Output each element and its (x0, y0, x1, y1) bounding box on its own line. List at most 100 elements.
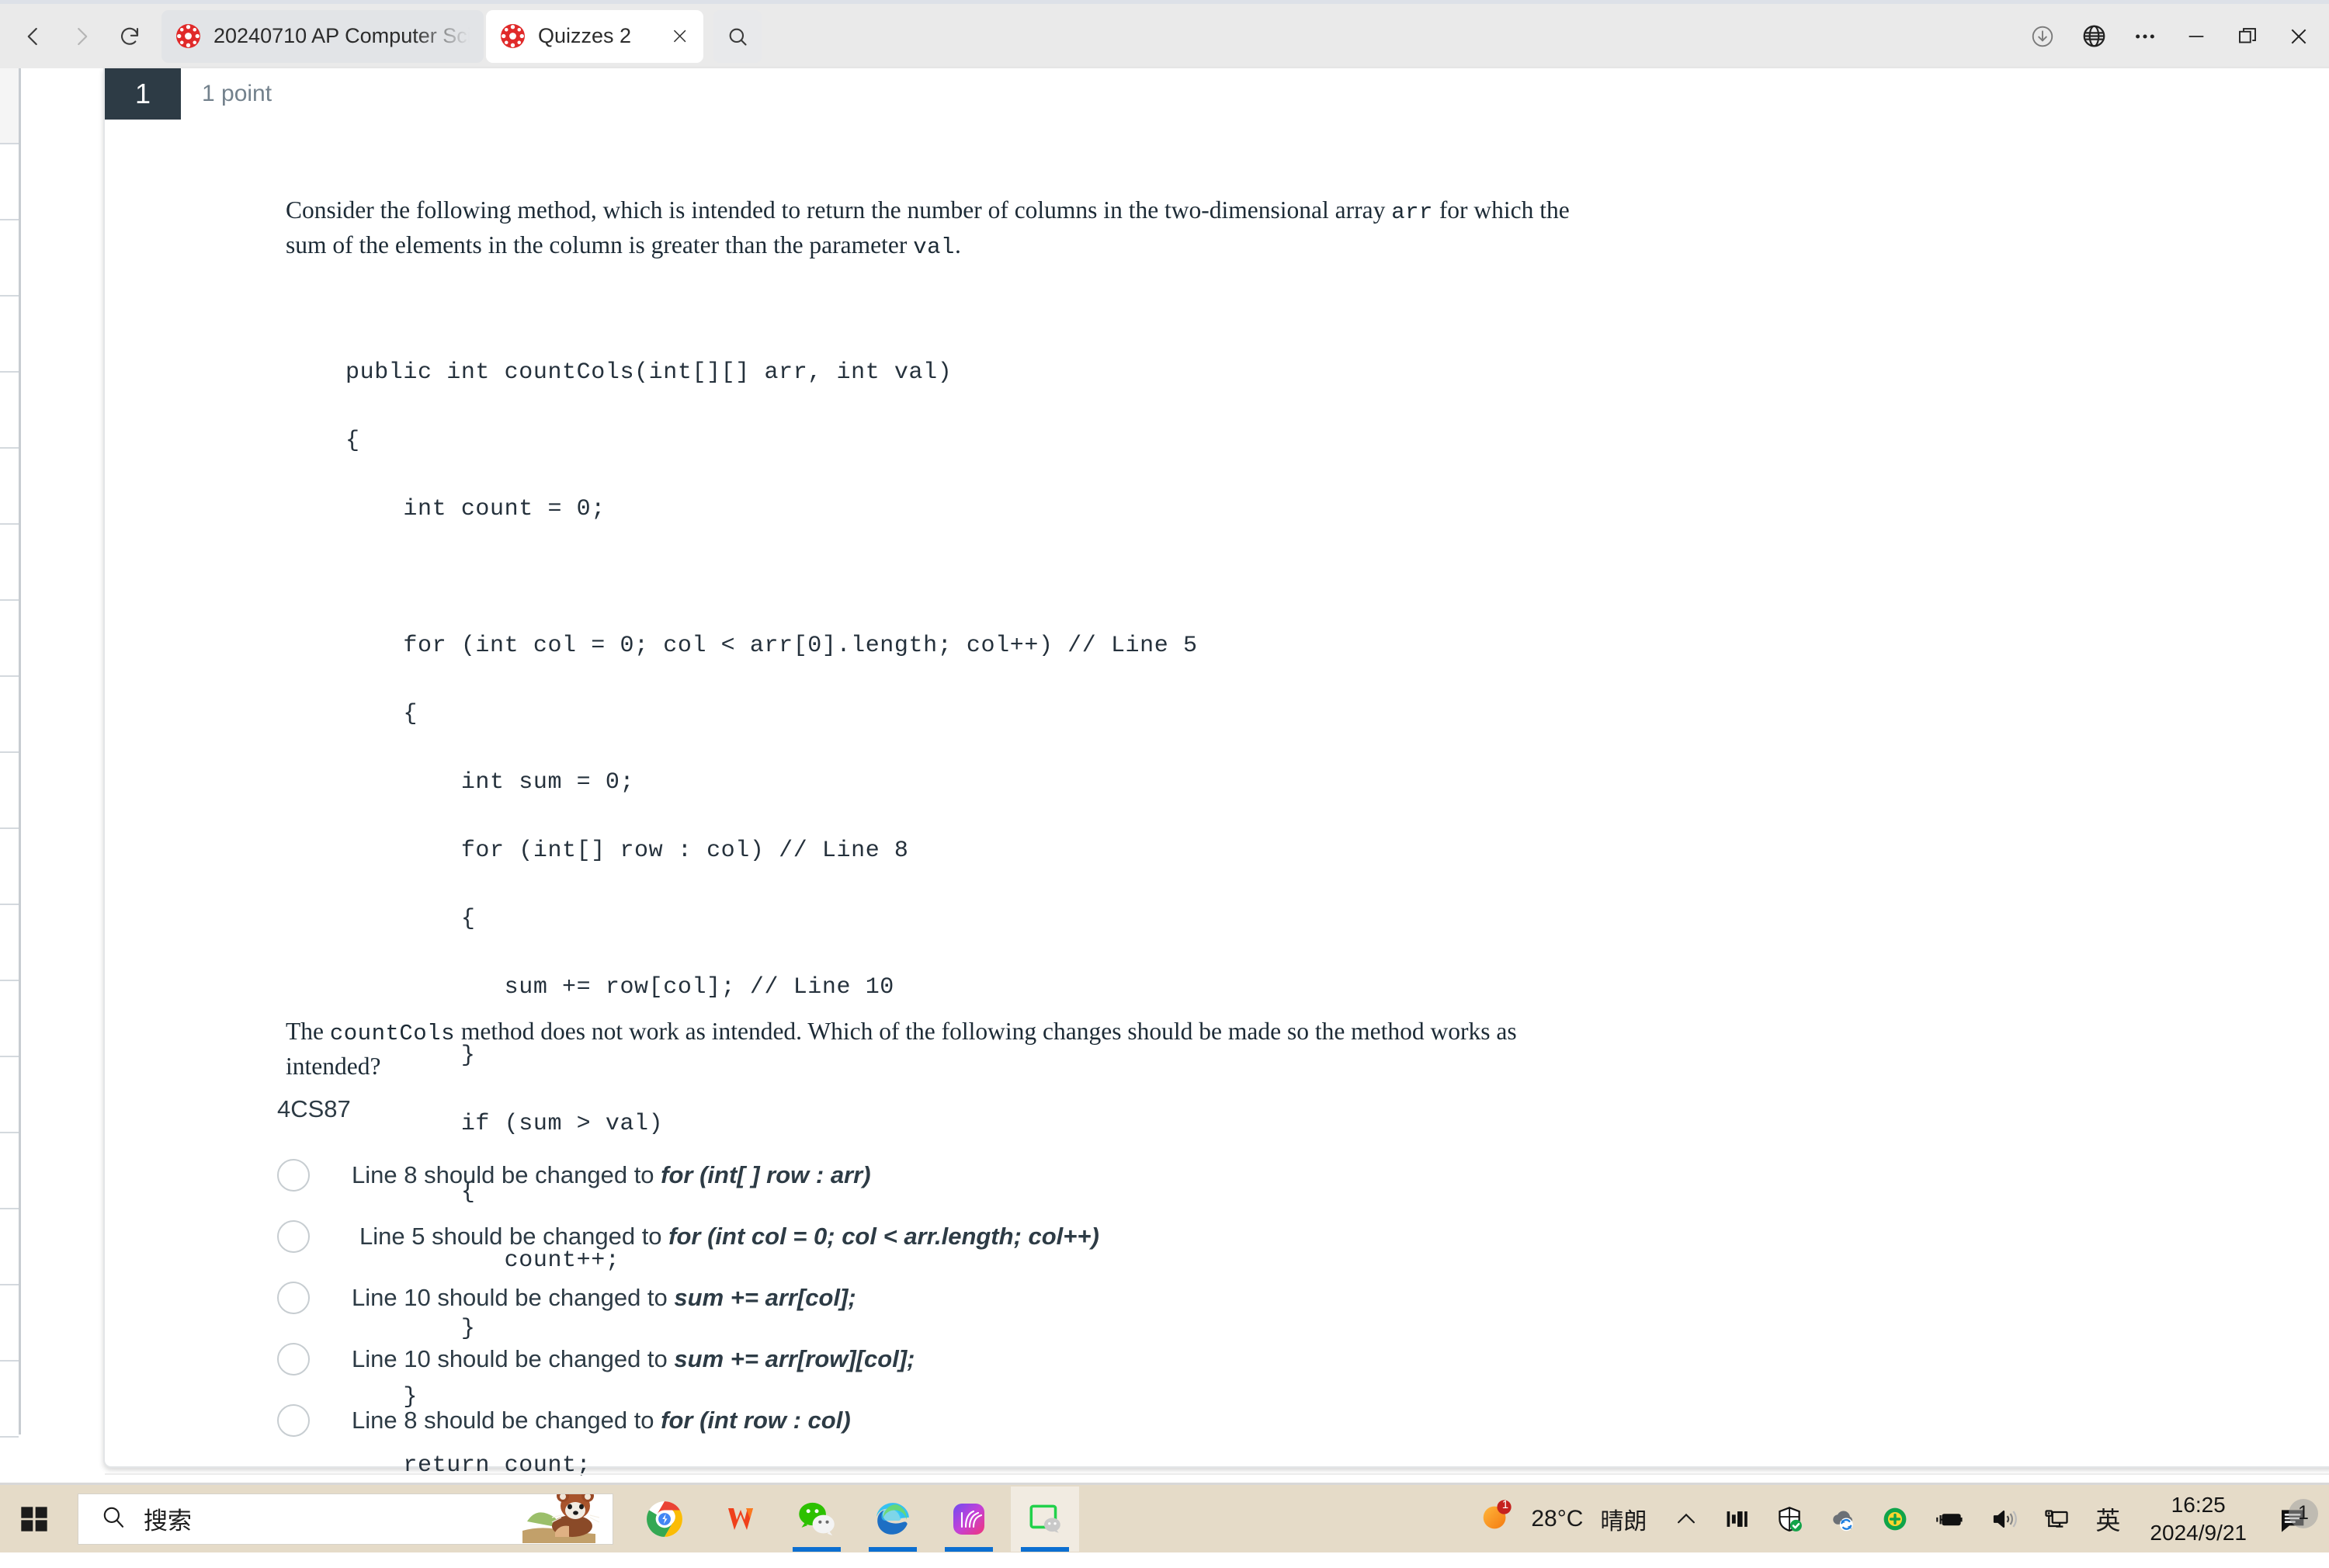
answer-option-3[interactable]: Line 10 should be changed to sum += arr[… (277, 1328, 2218, 1389)
wps-office-icon[interactable] (706, 1486, 775, 1552)
answer-option-label: Line 8 should be changed to for (int[ ] … (352, 1160, 871, 1188)
chrome-icon[interactable] (630, 1486, 699, 1552)
windows-start-icon[interactable] (0, 1484, 68, 1554)
close-icon[interactable]: × (670, 24, 689, 48)
reload-button[interactable] (107, 14, 152, 59)
browser-title-bar: 20240710 AP Computer Science Quizzes 2 × (0, 0, 2329, 68)
question-nav-item[interactable] (0, 297, 19, 373)
download-icon[interactable] (2017, 2, 2068, 71)
question-nav-item[interactable] (0, 753, 19, 829)
answer-option-0[interactable]: Line 8 should be changed to for (int[ ] … (277, 1144, 2218, 1205)
quiz-page: 1 1 point Consider the following method,… (0, 68, 2329, 1547)
stem-text-a: Consider the following method, which is … (286, 196, 1386, 224)
question-nav-item[interactable] (0, 525, 19, 601)
antivirus-icon[interactable] (1869, 1484, 1921, 1554)
stem-text-c: . (954, 231, 961, 259)
red-panda-illustration (515, 1493, 606, 1544)
answer-option-label: Line 5 should be changed to for (int col… (359, 1222, 1099, 1250)
radio-button[interactable] (277, 1158, 310, 1192)
question-points-label: 1 point (202, 81, 272, 106)
question-number-badge: 1 (105, 68, 181, 120)
wechat-icon[interactable] (783, 1486, 851, 1552)
network-monitor-icon[interactable] (1712, 1484, 1763, 1554)
question-nav-item[interactable] (0, 981, 19, 1057)
clock-time: 16:25 (2171, 1492, 2226, 1517)
running-indicator (869, 1546, 917, 1552)
search-icon (100, 1504, 127, 1534)
question-code-label: 4CS87 (277, 1095, 351, 1122)
answer-option-2[interactable]: Line 10 should be changed to sum += arr[… (277, 1267, 2218, 1328)
windows-taskbar: 搜索 1 28°C 晴朗 英 16:25 2024/9/21 1 (0, 1483, 2329, 1552)
radio-button[interactable] (277, 1281, 310, 1314)
globe-icon[interactable] (2068, 2, 2119, 71)
question-nav-item[interactable] (0, 144, 19, 220)
taskbar-clock[interactable]: 16:25 2024/9/21 (2133, 1491, 2264, 1547)
question-nav-item[interactable] (0, 1133, 19, 1209)
stem-inline-code-countcols: countCols (329, 1021, 455, 1046)
question-nav-item[interactable] (0, 905, 19, 981)
tab-search-icon[interactable] (713, 9, 762, 63)
browser-tab-title: 20240710 AP Computer Science (213, 24, 470, 47)
browser-nav-buttons (0, 14, 152, 59)
restore-button[interactable] (2222, 2, 2273, 71)
answer-option-label: Line 10 should be changed to sum += arr[… (352, 1283, 856, 1311)
kdocs-icon[interactable] (935, 1486, 1003, 1552)
running-indicator (945, 1546, 993, 1552)
stem-inline-code-arr: arr (1391, 199, 1433, 225)
radio-button[interactable] (277, 1403, 310, 1437)
minimize-button[interactable] (2171, 2, 2222, 71)
question-nav-item[interactable] (0, 1209, 19, 1285)
wechat-devtools-icon[interactable] (1011, 1486, 1079, 1552)
more-options-icon[interactable] (2119, 2, 2171, 71)
question-stem-paragraph-2: The countCols method does not work as in… (286, 1015, 1590, 1084)
ime-english-icon[interactable]: 英 (2083, 1484, 2133, 1554)
radio-button[interactable] (277, 1219, 310, 1253)
question-nav-item[interactable] (0, 220, 19, 297)
question-stem-paragraph-1: Consider the following method, which is … (286, 193, 1590, 263)
question-nav-item[interactable] (0, 68, 19, 144)
weather-temperature: 28°C (1531, 1505, 1584, 1532)
stem2-text-b: method does not work as intended. Which … (286, 1018, 1517, 1081)
system-tray: 1 28°C 晴朗 英 16:25 2024/9/21 1 (1455, 1484, 2329, 1554)
question-nav-item[interactable] (0, 449, 19, 525)
chevron-up-icon[interactable] (1661, 1484, 1712, 1554)
notification-icon[interactable]: 1 (2264, 1498, 2323, 1535)
question-nav-item[interactable] (0, 1285, 19, 1362)
ime-label: 英 (2095, 1505, 2121, 1535)
window-controls (2017, 2, 2329, 71)
notification-count-badge: 1 (2289, 1498, 2318, 1528)
network-icon[interactable] (2030, 1484, 2083, 1554)
radio-button[interactable] (277, 1342, 310, 1375)
security-shield-icon[interactable] (1763, 1484, 1816, 1554)
question-navigation-list[interactable] (0, 68, 21, 1438)
card-footer-divider (105, 1473, 2329, 1475)
canvas-logo-icon (500, 23, 526, 49)
microsoft-edge-icon[interactable] (859, 1486, 927, 1552)
running-indicator (1021, 1546, 1069, 1552)
canvas-logo-icon (175, 23, 201, 49)
answer-option-label: Line 10 should be changed to sum += arr[… (352, 1344, 915, 1372)
back-button[interactable] (11, 14, 56, 59)
volume-icon[interactable] (1977, 1484, 2030, 1554)
cloud-sync-icon[interactable] (1816, 1484, 1869, 1554)
question-nav-item[interactable] (0, 1057, 19, 1133)
browser-tab-1[interactable]: Quizzes 2 × (486, 9, 704, 63)
stem2-text-a: The (286, 1018, 324, 1045)
answer-option-1[interactable]: Line 5 should be changed to for (int col… (277, 1205, 2218, 1267)
answer-option-4[interactable]: Line 8 should be changed to for (int row… (277, 1389, 2218, 1451)
question-nav-item[interactable] (0, 601, 19, 677)
close-button[interactable] (2273, 2, 2324, 71)
question-nav-item[interactable] (0, 373, 19, 449)
weather-badge-count: 1 (1501, 1498, 1509, 1511)
answer-option-label: Line 8 should be changed to for (int row… (352, 1406, 851, 1434)
weather-widget[interactable]: 1 28°C 晴朗 (1455, 1498, 1661, 1539)
question-nav-item[interactable] (0, 1362, 19, 1438)
browser-tab-title: Quizzes 2 (538, 24, 632, 47)
question-header: 1 1 point (105, 68, 2329, 120)
question-nav-item[interactable] (0, 829, 19, 905)
taskbar-search-box[interactable]: 搜索 (78, 1493, 613, 1545)
battery-charging-icon[interactable] (1921, 1484, 1977, 1554)
browser-tab-0[interactable]: 20240710 AP Computer Science (161, 9, 484, 63)
forward-button[interactable] (59, 14, 104, 59)
question-nav-item[interactable] (0, 677, 19, 753)
